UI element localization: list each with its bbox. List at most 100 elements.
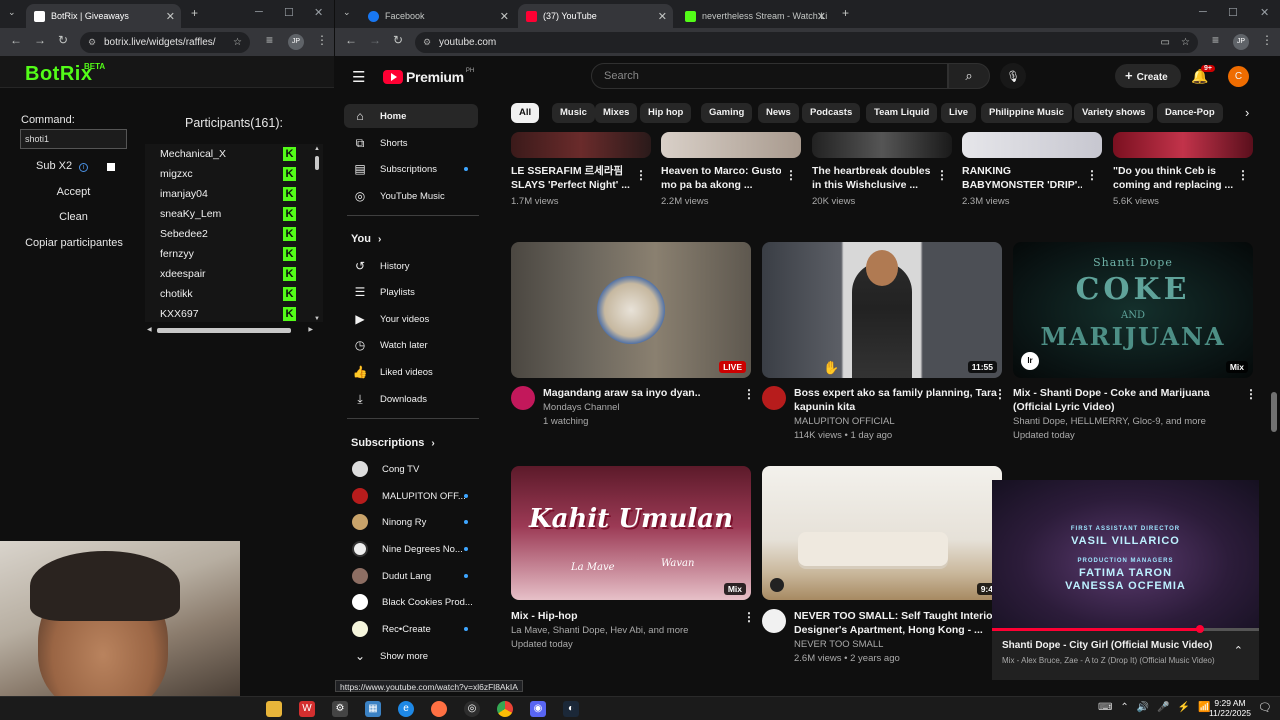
close-tab-icon[interactable]: ✕ bbox=[817, 10, 826, 23]
more-actions-icon[interactable]: ⋮ bbox=[743, 610, 755, 624]
new-tab-icon[interactable]: + bbox=[842, 6, 849, 20]
reload-icon[interactable]: ↻ bbox=[393, 33, 403, 47]
video-title[interactable]: kapunin kita bbox=[794, 400, 855, 414]
miniplayer[interactable]: FIRST ASSISTANT DIRECTOR VASIL VILLARICO… bbox=[992, 480, 1259, 680]
calculator-icon[interactable]: ▦ bbox=[365, 701, 381, 717]
sub-channel-nine-degrees[interactable]: Nine Degrees No... bbox=[344, 537, 478, 561]
video-title[interactable]: Mix - Shanti Dope - Coke and Marijuana bbox=[1013, 386, 1210, 400]
more-actions-icon[interactable]: ⋮ bbox=[743, 387, 755, 401]
expand-chevron-icon[interactable]: ⌃ bbox=[1234, 644, 1243, 657]
search-box[interactable]: Search bbox=[591, 63, 948, 89]
video-title[interactable]: LE SSERAFIM 르세라핌 bbox=[511, 164, 631, 178]
tab-botrix[interactable]: BotRix | Giveaways ✕ bbox=[26, 4, 181, 28]
copy-participants-button[interactable]: Copiar participantes bbox=[14, 237, 134, 249]
create-button[interactable]: + Create bbox=[1115, 64, 1181, 88]
sidebar-item-shorts[interactable]: ⧉ Shorts bbox=[344, 131, 478, 155]
more-actions-icon[interactable]: ⋮ bbox=[1237, 168, 1249, 182]
chip-music[interactable]: Music bbox=[552, 103, 595, 123]
video-thumbnail[interactable] bbox=[511, 132, 651, 158]
clock-time[interactable]: 9:29 AM bbox=[1210, 698, 1250, 708]
video-title[interactable]: (Official Lyric Video) bbox=[1013, 400, 1115, 414]
video-title[interactable]: Heaven to Marco: Gusto bbox=[661, 164, 781, 178]
subscriptions-header[interactable]: Subscriptions › bbox=[351, 437, 435, 449]
voice-search-button[interactable]: 🎙 bbox=[1000, 63, 1026, 89]
channel-name[interactable]: La Mave, Shanti Dope, Hev Abi, and more bbox=[511, 624, 688, 638]
sidebar-item-liked-videos[interactable]: 👍 Liked videos bbox=[344, 360, 478, 384]
clock-date[interactable]: 11/22/2025 bbox=[1203, 708, 1257, 718]
channel-name[interactable]: Mondays Channel bbox=[543, 401, 620, 415]
app-red-icon[interactable]: W bbox=[299, 701, 315, 717]
chip-philippine-music[interactable]: Philippine Music bbox=[981, 103, 1072, 123]
tab-facebook[interactable]: Facebook ✕ bbox=[360, 4, 515, 28]
video-title[interactable]: The heartbreak doubles bbox=[812, 164, 932, 178]
clean-button[interactable]: Clean bbox=[20, 211, 127, 223]
site-info-icon[interactable]: ⚙ bbox=[423, 37, 431, 48]
close-tab-icon[interactable]: ✕ bbox=[658, 10, 667, 23]
discord-icon[interactable]: ◉ bbox=[530, 701, 546, 717]
chip-all[interactable]: All bbox=[511, 103, 540, 123]
page-scrollbar[interactable] bbox=[1270, 96, 1278, 684]
close-window-icon[interactable]: ✕ bbox=[1260, 6, 1269, 19]
video-thumbnail[interactable]: 11:55 bbox=[762, 242, 1002, 378]
channel-name[interactable]: Shanti Dope, HELLMERRY, Gloc-9, and more bbox=[1013, 415, 1206, 429]
close-tab-icon[interactable]: ✕ bbox=[166, 10, 175, 23]
chip-news[interactable]: News bbox=[758, 103, 799, 123]
chip-hip-hop[interactable]: Hip hop bbox=[640, 103, 692, 123]
address-bar[interactable]: ⚙ botrix.live/widgets/raffles/ ☆ bbox=[80, 32, 250, 53]
video-title[interactable]: Boss expert ako sa family planning, Tara bbox=[794, 386, 997, 400]
sub-channel-cong-tv[interactable]: Cong TV bbox=[344, 457, 478, 481]
sidebar-item-history[interactable]: ↺ History bbox=[344, 254, 478, 278]
chrome-icon[interactable] bbox=[497, 701, 513, 717]
chip-gaming[interactable]: Gaming bbox=[701, 103, 753, 123]
video-title[interactable]: Designer's Apartment, Hong Kong - ... bbox=[794, 623, 983, 637]
account-avatar[interactable]: C bbox=[1228, 66, 1249, 87]
participants-list[interactable]: Mechanical_X Kmigzxc Kimanjay04 KsneaKy_Lem… bbox=[145, 144, 323, 322]
tab-search-icon[interactable]: ⌄ bbox=[8, 7, 16, 18]
chip-variety-shows[interactable]: Variety shows bbox=[1074, 103, 1154, 123]
command-input[interactable]: shoti1 bbox=[20, 129, 127, 149]
channel-name[interactable]: NEVER TOO SMALL bbox=[794, 638, 883, 652]
sidebar-item-playlists[interactable]: ☰ Playlists bbox=[344, 280, 478, 304]
sub-channel-dudut-lang[interactable]: Dudut Lang bbox=[344, 564, 478, 588]
channel-avatar[interactable] bbox=[762, 609, 786, 633]
close-window-icon[interactable]: ✕ bbox=[314, 6, 323, 19]
more-actions-icon[interactable]: ⋮ bbox=[994, 387, 1006, 401]
channel-avatar[interactable] bbox=[762, 386, 786, 410]
youtube-logo[interactable]: Premium PH bbox=[383, 68, 474, 85]
edge-icon[interactable]: e bbox=[398, 701, 414, 717]
chatgpt-icon[interactable]: ◎ bbox=[464, 701, 480, 717]
sub-channel-ninong-ry[interactable]: Ninong Ry bbox=[344, 510, 478, 534]
maximize-icon[interactable]: ☐ bbox=[1228, 6, 1238, 19]
bookmark-star-icon[interactable]: ☆ bbox=[233, 37, 242, 48]
video-thumbnail[interactable] bbox=[962, 132, 1102, 158]
file-explorer-icon[interactable] bbox=[266, 701, 282, 717]
sidebar-item-youtube-music[interactable]: ◎ YouTube Music bbox=[344, 184, 478, 208]
reading-list-icon[interactable]: ≡ bbox=[1212, 33, 1219, 47]
tab-kick[interactable]: nevertheless Stream - Watch Li ✕ bbox=[677, 4, 832, 28]
video-title[interactable]: mo pa ba akong ... bbox=[661, 178, 781, 192]
chip-live[interactable]: Live bbox=[941, 103, 977, 123]
you-header[interactable]: You › bbox=[351, 233, 381, 245]
steam-icon[interactable]: ◐ bbox=[563, 701, 579, 717]
progress-scrubber[interactable] bbox=[1196, 625, 1205, 633]
sub-channel-malupiton[interactable]: MALUPITON OFF... bbox=[344, 484, 478, 508]
video-thumbnail[interactable] bbox=[661, 132, 801, 158]
menu-icon[interactable]: ⋮ bbox=[316, 33, 328, 47]
forward-icon[interactable]: → bbox=[34, 33, 46, 47]
settings-icon[interactable]: ⚙ bbox=[332, 701, 348, 717]
profile-avatar[interactable]: JP bbox=[288, 34, 304, 50]
video-title[interactable]: Mix - Hip-hop bbox=[511, 609, 578, 623]
video-title[interactable]: "Do you think Ceb is bbox=[1113, 164, 1233, 178]
sidebar-item-downloads[interactable]: ⤓ Downloads bbox=[344, 387, 478, 411]
chips-next-icon[interactable]: › bbox=[1245, 105, 1249, 120]
sidebar-item-home[interactable]: ⌂ Home bbox=[344, 104, 478, 128]
forward-icon[interactable]: → bbox=[369, 33, 381, 47]
more-actions-icon[interactable]: ⋮ bbox=[635, 168, 647, 182]
video-title[interactable]: in this Wishclusive ... bbox=[812, 178, 932, 192]
close-tab-icon[interactable]: ✕ bbox=[500, 10, 509, 23]
sidebar-item-your-videos[interactable]: ▶ Your videos bbox=[344, 307, 478, 331]
list-scrollbar[interactable]: ▲ ▼ bbox=[314, 146, 321, 322]
sidebar-item-watch-later[interactable]: ◷ Watch later bbox=[344, 333, 478, 357]
tab-search-icon[interactable]: ⌄ bbox=[343, 7, 351, 18]
app-icon[interactable] bbox=[431, 701, 447, 717]
